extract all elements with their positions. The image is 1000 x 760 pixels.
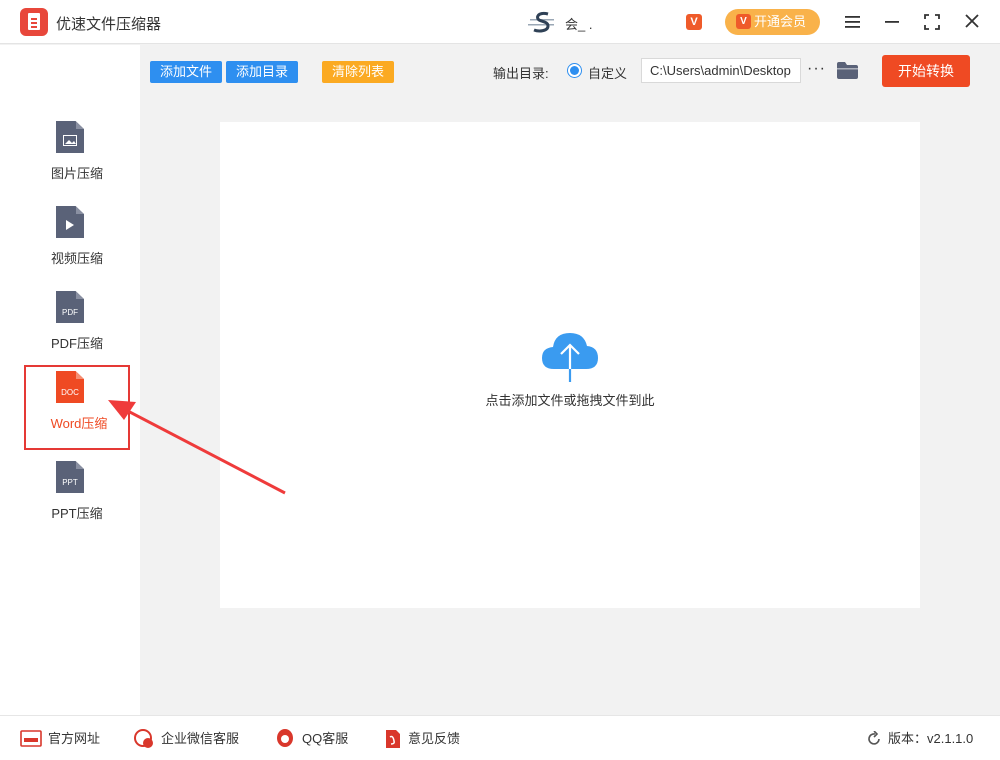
sidebar-item-pdf-compress[interactable]: PDF PDF压缩 <box>24 285 130 370</box>
footer-bar: 官方网址 企业微信客服 QQ客服 意见反馈 版本：v2.1.1.0 <box>0 715 1000 760</box>
title-bar: 优速文件压缩器 会_ . V V 开通会员 <box>0 0 1000 44</box>
add-file-button[interactable]: 添加文件 <box>150 61 222 83</box>
folder-icon[interactable] <box>837 62 858 79</box>
qq-service-link[interactable]: QQ客服 <box>274 729 359 749</box>
custom-radio-label[interactable]: 自定义 <box>588 63 627 82</box>
sidebar-item-label: 图片压缩 <box>50 166 103 181</box>
qq-icon <box>277 729 293 747</box>
add-folder-button[interactable]: 添加目录 <box>226 61 298 83</box>
refresh-icon[interactable] <box>866 731 882 747</box>
pdf-file-icon: PDF <box>56 291 84 323</box>
doc-file-icon: DOC <box>56 371 84 403</box>
start-convert-button[interactable]: 开始转换 <box>882 55 970 87</box>
vip-badge-icon: V <box>686 14 702 30</box>
app-title: 优速文件压缩器 <box>56 16 162 33</box>
website-link[interactable]: 官方网址 <box>20 729 110 749</box>
output-dir-label: 输出目录: <box>493 66 549 81</box>
menu-icon[interactable] <box>837 8 867 36</box>
open-vip-label: 开通会员 <box>754 14 807 29</box>
output-path-input[interactable] <box>641 58 801 83</box>
drop-zone[interactable]: 点击添加文件或拖拽文件到此 <box>220 122 920 608</box>
cloud-upload-icon <box>542 333 598 382</box>
minimize-icon[interactable] <box>877 8 907 36</box>
version-text: 版本：v2.1.1.0 <box>888 731 974 746</box>
sidebar-item-video-compress[interactable]: 视频压缩 <box>24 200 130 285</box>
website-icon <box>20 730 42 747</box>
sidebar-item-label: PDF压缩 <box>50 336 103 351</box>
ppt-file-icon: PPT <box>56 461 84 493</box>
more-options-button[interactable]: ··· <box>807 60 826 78</box>
sidebar-item-label: 视频压缩 <box>50 251 103 266</box>
image-file-icon <box>56 121 84 153</box>
open-vip-button[interactable]: V 开通会员 <box>725 9 820 35</box>
sidebar: 图片压缩 视频压缩 PDF PDF压缩 DOC Word压缩 PPT PPT压缩 <box>0 45 140 715</box>
user-avatar-icon <box>528 11 554 33</box>
wechat-service-link[interactable]: 企业微信客服 <box>133 729 253 749</box>
sidebar-item-image-compress[interactable]: 图片压缩 <box>24 115 130 200</box>
sidebar-item-label: PPT压缩 <box>51 506 103 521</box>
user-name[interactable]: 会_ . <box>565 14 592 33</box>
clear-list-button[interactable]: 清除列表 <box>322 61 394 83</box>
drop-zone-text: 点击添加文件或拖拽文件到此 <box>485 393 655 408</box>
wechat-icon <box>134 729 153 748</box>
close-icon[interactable] <box>957 8 987 36</box>
app-logo-icon <box>20 8 48 36</box>
video-file-icon <box>56 206 84 238</box>
maximize-icon[interactable] <box>917 8 947 36</box>
vip-icon: V <box>736 14 751 29</box>
feedback-icon <box>386 730 400 748</box>
annotation-arrow <box>108 400 286 495</box>
feedback-link[interactable]: 意见反馈 <box>382 729 472 749</box>
custom-radio[interactable] <box>567 63 582 78</box>
